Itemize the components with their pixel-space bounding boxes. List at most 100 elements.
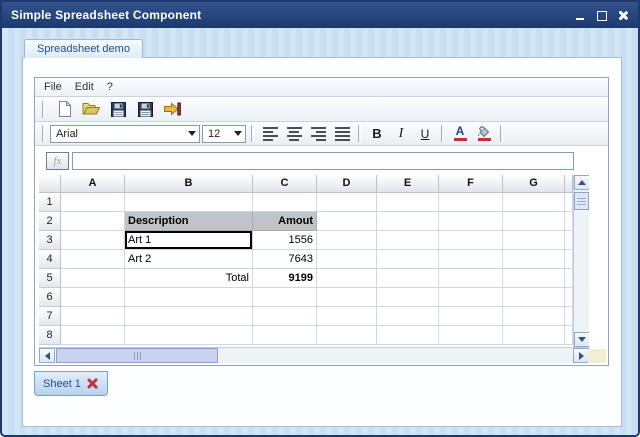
cell-F5[interactable] <box>439 269 503 288</box>
column-header-E[interactable]: E <box>377 175 439 193</box>
italic-button[interactable]: I <box>390 124 412 144</box>
cell-F6[interactable] <box>439 288 503 307</box>
row-header-2[interactable]: 2 <box>39 212 61 231</box>
cell-D5[interactable] <box>317 269 377 288</box>
toolbar-grip[interactable] <box>358 125 361 142</box>
cell-D3[interactable] <box>317 231 377 250</box>
cell-G4[interactable] <box>503 250 565 269</box>
cell-C8[interactable] <box>253 326 317 345</box>
row-header-7[interactable]: 7 <box>39 307 61 326</box>
row-header-3[interactable]: 3 <box>39 231 61 250</box>
font-color-button[interactable]: A <box>449 124 471 144</box>
scroll-left-button[interactable] <box>39 348 55 363</box>
horizontal-scroll-thumb[interactable] <box>56 348 218 363</box>
cell-F2[interactable] <box>439 212 503 231</box>
row-header-5[interactable]: 5 <box>39 269 61 288</box>
cell-D6[interactable] <box>317 288 377 307</box>
font-size-select[interactable]: 12 <box>202 124 246 143</box>
cell-E1[interactable] <box>377 193 439 212</box>
cell-C6[interactable] <box>253 288 317 307</box>
cell-D4[interactable] <box>317 250 377 269</box>
cell-D2[interactable] <box>317 212 377 231</box>
column-header-F[interactable]: F <box>439 175 503 193</box>
fx-button[interactable]: fx <box>46 151 69 170</box>
cell-B6[interactable] <box>125 288 253 307</box>
cell-B7[interactable] <box>125 307 253 326</box>
cell-C1[interactable] <box>253 193 317 212</box>
align-right-button[interactable] <box>307 124 329 144</box>
cell-D7[interactable] <box>317 307 377 326</box>
toolbar-grip[interactable] <box>42 100 45 118</box>
cell-A1[interactable] <box>61 193 125 212</box>
align-center-button[interactable] <box>283 124 305 144</box>
row-header-8[interactable]: 8 <box>39 326 61 345</box>
scroll-right-button[interactable] <box>573 348 589 363</box>
fill-color-button[interactable] <box>473 124 495 144</box>
cell-G6[interactable] <box>503 288 565 307</box>
column-header-G[interactable]: G <box>503 175 565 193</box>
title-bar[interactable]: Simple Spreadsheet Component <box>2 2 638 28</box>
cell-A4[interactable] <box>61 250 125 269</box>
horizontal-scrollbar[interactable] <box>39 347 589 363</box>
cell-F1[interactable] <box>439 193 503 212</box>
cell-A3[interactable] <box>61 231 125 250</box>
cell-A2[interactable] <box>61 212 125 231</box>
scroll-down-button[interactable] <box>574 332 589 347</box>
font-family-select[interactable]: Arial <box>50 124 200 143</box>
cell-B4[interactable]: Art 2 <box>125 250 253 269</box>
formula-input[interactable] <box>72 151 574 170</box>
cell-D8[interactable] <box>317 326 377 345</box>
menu-help[interactable]: ? <box>107 81 113 93</box>
row-header-1[interactable]: 1 <box>39 193 61 212</box>
cell-G5[interactable] <box>503 269 565 288</box>
cell-F8[interactable] <box>439 326 503 345</box>
cell-E7[interactable] <box>377 307 439 326</box>
menu-file[interactable]: File <box>44 81 62 93</box>
cell-B2[interactable]: Description <box>125 212 253 231</box>
new-document-button[interactable] <box>53 99 75 120</box>
cell-A5[interactable] <box>61 269 125 288</box>
cell-F7[interactable] <box>439 307 503 326</box>
cell-B1[interactable] <box>125 193 253 212</box>
cell-G8[interactable] <box>503 326 565 345</box>
close-icon[interactable] <box>617 9 629 21</box>
toolbar-grip[interactable] <box>500 125 503 142</box>
cell-A7[interactable] <box>61 307 125 326</box>
cell-E5[interactable] <box>377 269 439 288</box>
column-header-A[interactable]: A <box>61 175 125 193</box>
cell-B5[interactable]: Total <box>125 269 253 288</box>
cell-G3[interactable] <box>503 231 565 250</box>
vertical-scrollbar[interactable] <box>573 175 589 347</box>
save-button[interactable] <box>107 99 129 120</box>
column-header-B[interactable]: B <box>125 175 253 193</box>
cell-E2[interactable] <box>377 212 439 231</box>
cell-C7[interactable] <box>253 307 317 326</box>
cell-G7[interactable] <box>503 307 565 326</box>
cell-C4[interactable]: 7643 <box>253 250 317 269</box>
toolbar-grip[interactable] <box>441 125 444 142</box>
exit-button[interactable] <box>161 99 183 120</box>
open-file-button[interactable] <box>80 99 102 120</box>
cell-F3[interactable] <box>439 231 503 250</box>
cell-E4[interactable] <box>377 250 439 269</box>
menu-edit[interactable]: Edit <box>75 81 94 93</box>
cell-C5[interactable]: 9199 <box>253 269 317 288</box>
save-as-button[interactable] <box>134 99 156 120</box>
row-header-6[interactable]: 6 <box>39 288 61 307</box>
scroll-up-button[interactable] <box>574 175 589 190</box>
cell-D1[interactable] <box>317 193 377 212</box>
cell-G2[interactable] <box>503 212 565 231</box>
column-header-C[interactable]: C <box>253 175 317 193</box>
tab-spreadsheet-demo[interactable]: Spreadsheet demo <box>24 39 143 58</box>
maximize-icon[interactable] <box>596 9 608 21</box>
align-justify-button[interactable] <box>331 124 353 144</box>
cell-F4[interactable] <box>439 250 503 269</box>
cell-G1[interactable] <box>503 193 565 212</box>
column-header-D[interactable]: D <box>317 175 377 193</box>
cell-E8[interactable] <box>377 326 439 345</box>
toolbar-grip[interactable] <box>251 125 254 142</box>
delete-sheet-x-icon[interactable] <box>86 377 99 390</box>
cell-E3[interactable] <box>377 231 439 250</box>
cell-C2[interactable]: Amout <box>253 212 317 231</box>
toolbar-grip[interactable] <box>42 125 45 142</box>
